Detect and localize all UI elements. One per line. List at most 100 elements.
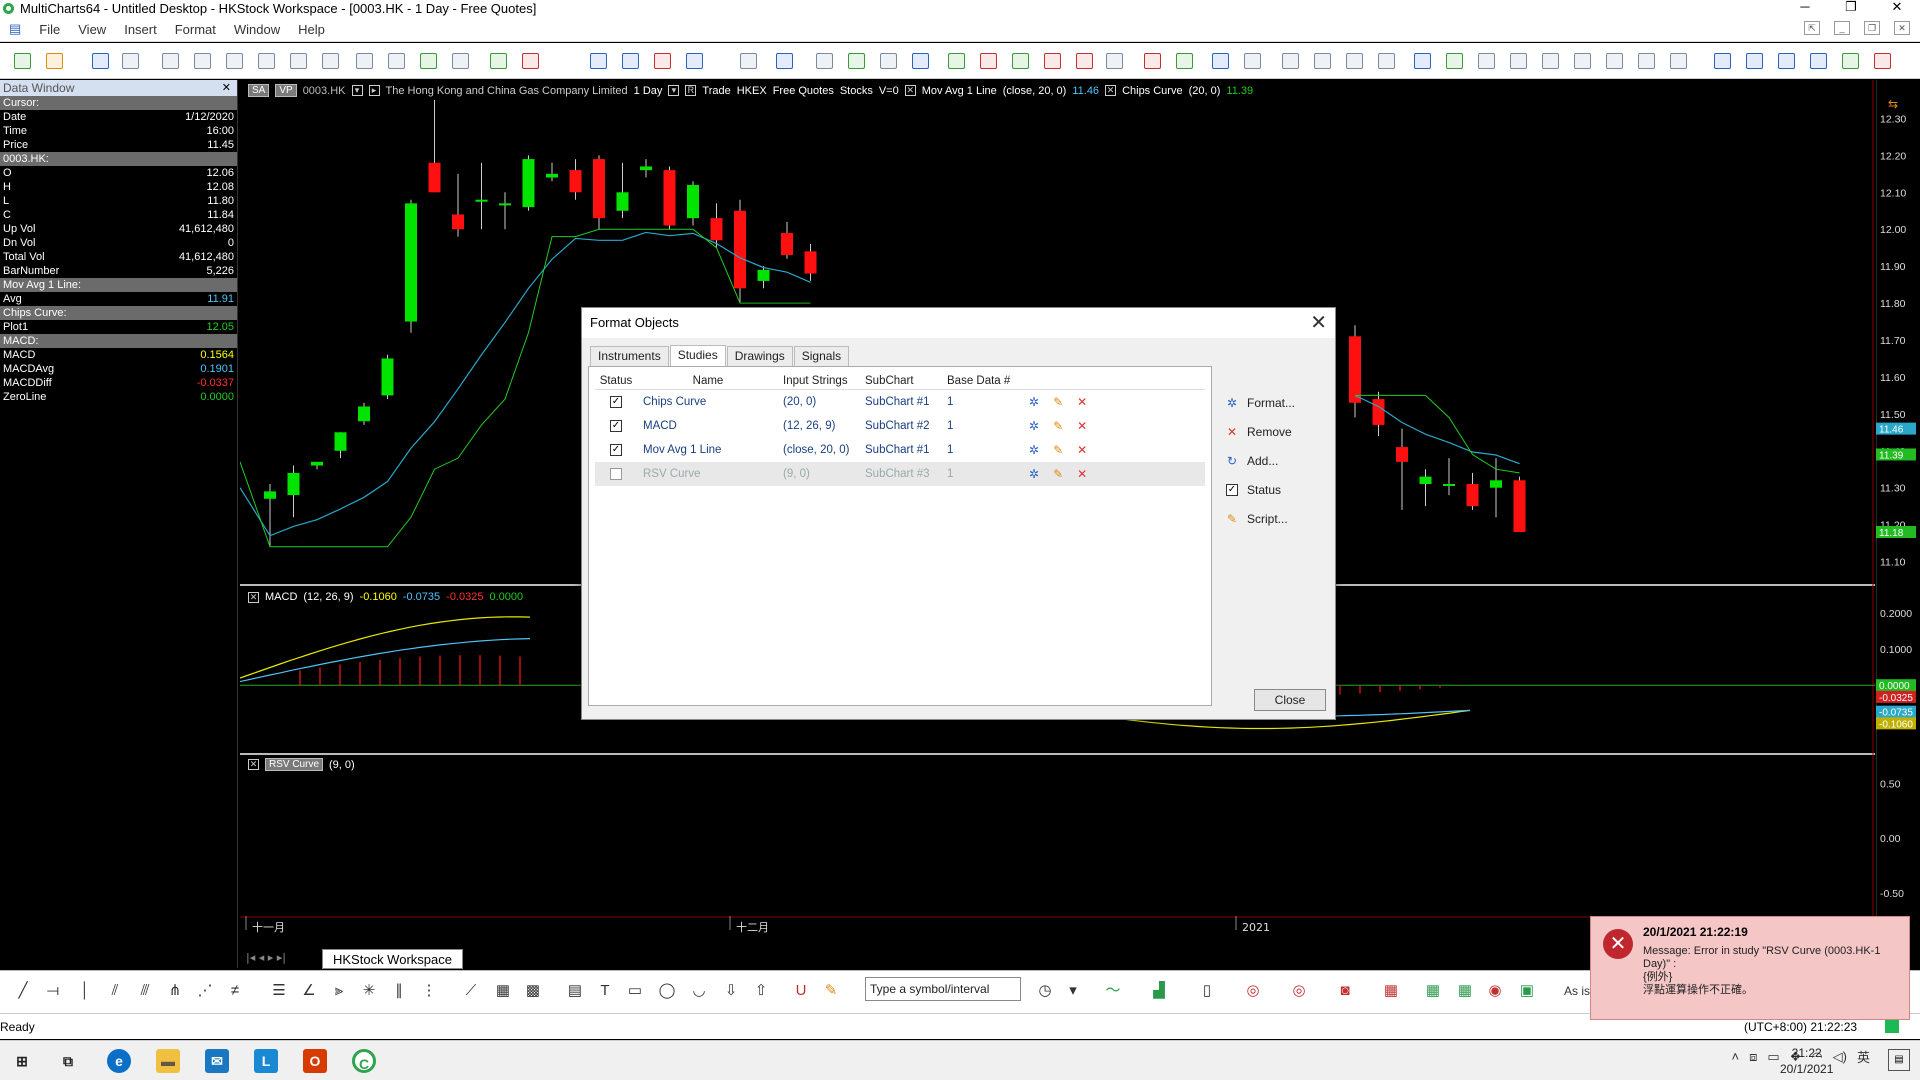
fibonacci-retracement-icon[interactable]: ☰ [270, 982, 288, 1000]
task-view-icon[interactable]: ⧉ [56, 1049, 80, 1073]
erase-icon[interactable]: ✎ [822, 982, 840, 1000]
strategy-icon[interactable]: ◎ [1290, 982, 1308, 1000]
window-cascade-icon[interactable] [388, 53, 405, 69]
study-edit-pencil-icon[interactable]: ✎ [1053, 462, 1063, 486]
remove-macd-icon[interactable]: ✕ [248, 591, 259, 603]
new-workspace-icon[interactable] [14, 53, 31, 69]
l-app-icon[interactable]: L [254, 1049, 278, 1073]
fibonacci-ext-icon[interactable]: ∠ [300, 982, 318, 1000]
instrument-format-icon[interactable]: ▸ [368, 85, 380, 96]
data-window-icon[interactable] [1414, 53, 1431, 69]
study-row[interactable]: RSV Curve (9, 0) SubChart #3 1 ✲ ✎ ✕ [595, 462, 1205, 486]
remove-chips-icon[interactable]: ✕ [1105, 85, 1117, 96]
interval-clock-icon[interactable]: ◷ [1036, 982, 1054, 1000]
menu-window[interactable]: Window [225, 22, 289, 37]
mdi-restore-icon[interactable]: ⇱ [1804, 21, 1820, 35]
format-button[interactable]: ✲ Format... [1225, 388, 1335, 417]
scaling-icon[interactable] [1638, 53, 1655, 69]
dialog-close-button[interactable]: Close [1254, 689, 1326, 711]
volume-profile-icon[interactable] [1106, 53, 1123, 69]
col-input-strings[interactable]: Input Strings [779, 373, 861, 389]
mdi-close-button[interactable]: ✕ [1894, 21, 1910, 35]
regression-icon[interactable]: ⟋ [462, 982, 480, 1000]
hollow-candle-icon[interactable] [880, 53, 897, 69]
col-base-data[interactable]: Base Data # [943, 373, 1015, 389]
speed-lines-icon[interactable]: ≠ [226, 982, 244, 1000]
save-layout-icon[interactable]: ▣ [1518, 982, 1536, 1000]
remove-ma-icon[interactable]: ✕ [904, 85, 916, 96]
close-icon[interactable]: ✕ [222, 80, 231, 96]
volume-bars-icon[interactable] [1076, 53, 1093, 69]
study-row[interactable]: ✓ Chips Curve (20, 0) SubChart #1 1 ✲ ✎ ✕ [595, 390, 1205, 414]
ime-indicator[interactable]: 英 [1857, 1047, 1870, 1066]
accounts-icon[interactable]: ▦ [1456, 982, 1474, 1000]
arrow-down-icon[interactable] [1874, 53, 1891, 69]
notification-icon[interactable]: ▤ [1888, 1049, 1910, 1071]
dialog-close-icon[interactable]: ✕ [1310, 311, 1327, 335]
arrow-up-icon[interactable] [1842, 53, 1859, 69]
fan-lines-icon[interactable]: ⋰ [196, 982, 214, 1000]
study-row[interactable]: ✓ Mov Avg 1 Line (close, 20, 0) SubChart #1… [595, 438, 1205, 462]
study-status-checkbox[interactable] [610, 467, 622, 480]
tab-hkstock-workspace[interactable]: HKStock Workspace [322, 949, 463, 969]
gann-square-icon[interactable]: ▩ [524, 982, 542, 1000]
zoom-out-icon[interactable] [1746, 53, 1763, 69]
line-chart-icon[interactable] [912, 53, 929, 69]
office-icon[interactable]: O [303, 1049, 327, 1073]
import-icon[interactable] [420, 53, 437, 69]
time-cycles-icon[interactable]: ∥ [390, 982, 408, 1000]
export-icon[interactable] [452, 53, 469, 69]
tab-signals[interactable]: Signals [793, 346, 850, 366]
compare-icon[interactable] [1670, 53, 1687, 69]
bracket-icon[interactable]: ▯ [1198, 982, 1216, 1000]
new-sheet-icon[interactable] [322, 53, 339, 69]
maximize-button[interactable]: ❐ [1828, 0, 1874, 17]
rectangle-icon[interactable]: ▭ [626, 982, 644, 1000]
study-row[interactable]: ✓ MACD (12, 26, 9) SubChart #2 1 ✲ ✎ ✕ [595, 414, 1205, 438]
tab-instruments[interactable]: Instruments [590, 346, 669, 366]
network-icon[interactable]: ⧈ [1749, 1049, 1757, 1065]
parallel-lines-icon[interactable]: ⫻ [136, 982, 154, 1000]
vline-icon[interactable] [1346, 53, 1363, 69]
new-report-icon[interactable] [290, 53, 307, 69]
as-is-label[interactable]: As is [1562, 982, 1592, 1000]
trend-icon[interactable] [1446, 53, 1463, 69]
open-folder-icon[interactable] [46, 53, 63, 69]
taskbar-clock[interactable]: 21:22 20/1/2021 [1780, 1045, 1833, 1077]
exit-short-icon[interactable] [1044, 53, 1061, 69]
text-icon[interactable]: T [596, 982, 614, 1000]
tab-drawings[interactable]: Drawings [726, 346, 793, 366]
close-window-icon[interactable] [122, 53, 139, 69]
mdi-minimize-button[interactable]: _ [1834, 21, 1850, 35]
study-remove-x-icon[interactable]: ✕ [1077, 462, 1087, 486]
study-format-gear-icon[interactable]: ✲ [1029, 390, 1039, 414]
mail-icon[interactable]: ✉ [205, 1049, 229, 1073]
new-chart-icon[interactable] [162, 53, 179, 69]
indicator-area-icon[interactable]: ▟ [1150, 982, 1168, 1000]
tab-scroll-icons[interactable]: |◂ ◂ ▸ ▸| [240, 946, 320, 968]
crosshair-icon[interactable] [1244, 53, 1261, 69]
interval-dropdown-icon[interactable]: ▾ [668, 85, 680, 96]
add-button[interactable]: ↻ Add... [1225, 446, 1335, 475]
status-button[interactable]: ✓ Status [1225, 475, 1335, 504]
close-button[interactable]: ✕ [1874, 0, 1920, 17]
andrews-pitchfork-icon[interactable]: ⋔ [166, 982, 184, 1000]
study-status-checkbox[interactable]: ✓ [610, 395, 622, 408]
link-icon[interactable] [1478, 53, 1495, 69]
candlestick-icon[interactable] [848, 53, 865, 69]
grid-draw-icon[interactable]: ▦ [494, 982, 512, 1000]
study-edit-pencil-icon[interactable]: ✎ [1053, 414, 1063, 438]
sell-signal-icon[interactable] [980, 53, 997, 69]
menu-icon[interactable]: ▤ [0, 21, 30, 37]
menu-insert[interactable]: Insert [115, 22, 166, 37]
order-icon[interactable]: ◙ [1336, 982, 1354, 1000]
col-status[interactable]: Status [595, 373, 637, 389]
arc-icon[interactable]: ◡ [690, 982, 708, 1000]
ohlc-bar-icon[interactable] [816, 53, 833, 69]
windows-start-icon[interactable]: ⊞ [10, 1049, 34, 1073]
edge-icon[interactable]: e [107, 1049, 131, 1073]
insert-instrument-icon[interactable] [590, 53, 607, 69]
file-explorer-icon[interactable]: ▬ [156, 1049, 180, 1073]
vp-button[interactable]: VP [275, 84, 297, 97]
window-tile-icon[interactable] [356, 53, 373, 69]
